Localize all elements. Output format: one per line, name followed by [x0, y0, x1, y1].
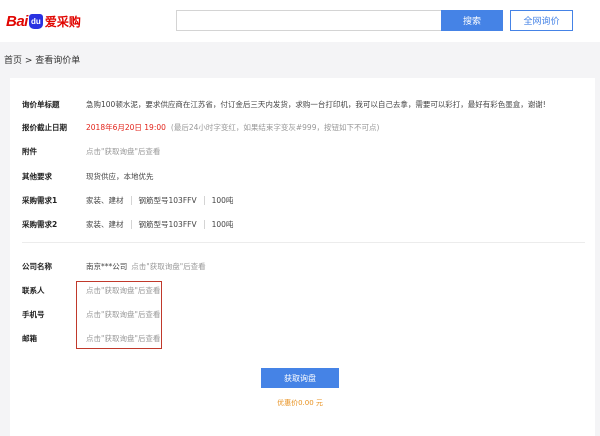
top-bar: Bai du 爱采购 搜索 全网询价: [0, 0, 600, 42]
search-button[interactable]: 搜索: [441, 10, 503, 31]
company-hint: 点击"获取询盘"后查看: [131, 261, 206, 271]
all-network-inquiry-button[interactable]: 全网询价: [510, 10, 573, 31]
deadline-label: 报价截止日期: [22, 122, 67, 132]
title-row: 询价单标题 急购100顿水泥，要求供应商在江苏省，付订金后三天内发货，求购一台打…: [22, 98, 546, 110]
divider-bar: [130, 219, 132, 229]
divider-bar: [203, 195, 205, 205]
requirement-2-quantity: 100吨: [211, 219, 234, 229]
requirement-1-row: 采购需求1 家装、建材 钢筋型号103FFV 100吨: [22, 194, 233, 206]
other-requirements-row: 其他要求 现货供应，本地优先: [22, 170, 154, 182]
other-requirements-label: 其他要求: [22, 171, 52, 181]
baidu-aicaigou-logo[interactable]: Bai du 爱采购: [6, 10, 81, 32]
requirement-1-category: 家装、建材: [86, 195, 124, 205]
requirement-1-model: 钢筋型号103FFV: [138, 195, 197, 205]
other-requirements-value: 现货供应，本地优先: [86, 171, 154, 181]
company-row: 公司名称 南京***公司 点击"获取询盘"后查看: [22, 260, 206, 272]
requirement-2-label: 采购需求2: [22, 219, 58, 229]
get-inquiry-button[interactable]: 获取询盘: [261, 368, 339, 388]
inquiry-detail-card: 询价单标题 急购100顿水泥，要求供应商在江苏省，付订金后三天内发货，求购一台打…: [10, 78, 595, 436]
divider-bar: [130, 195, 132, 205]
paw-icon: du: [28, 13, 43, 29]
requirement-1-quantity: 100吨: [211, 195, 234, 205]
breadcrumb: 首页 > 查看询价单: [4, 56, 81, 66]
company-label: 公司名称: [22, 261, 52, 271]
logo-du-text: du: [30, 16, 41, 26]
deadline-row: 报价截止日期 2018年6月20日 19:00 (最后24小时字变红，如果结束字…: [22, 121, 379, 133]
attachment-row: 附件 点击"获取询盘"后查看: [22, 145, 160, 157]
section-divider: [22, 242, 585, 243]
attachment-value: 点击"获取询盘"后查看: [86, 146, 161, 156]
discount-price: 优惠价0.00 元: [277, 399, 323, 407]
deadline-note: (最后24小时字变红，如果结束字变灰#999，按钮如下不可点): [170, 122, 380, 132]
deadline-value: 2018年6月20日 19:00: [86, 122, 166, 132]
requirement-1-label: 采购需求1: [22, 195, 58, 205]
search-input[interactable]: [176, 10, 441, 31]
requirement-2-category: 家装、建材: [86, 219, 124, 229]
company-value: 南京***公司: [86, 261, 128, 271]
title-value: 急购100顿水泥，要求供应商在江苏省，付订金后三天内发货，求购一台打印机，我可以…: [86, 99, 546, 109]
logo-bai-text: Bai: [6, 12, 28, 30]
logo-aicaigou-text: 爱采购: [44, 14, 81, 29]
attachment-label: 附件: [22, 146, 37, 156]
requirement-2-model: 钢筋型号103FFV: [138, 219, 197, 229]
hidden-contact-highlight-box: [76, 281, 162, 349]
divider-bar: [203, 219, 205, 229]
title-label: 询价单标题: [22, 99, 60, 109]
requirement-2-row: 采购需求2 家装、建材 钢筋型号103FFV 100吨: [22, 218, 233, 230]
